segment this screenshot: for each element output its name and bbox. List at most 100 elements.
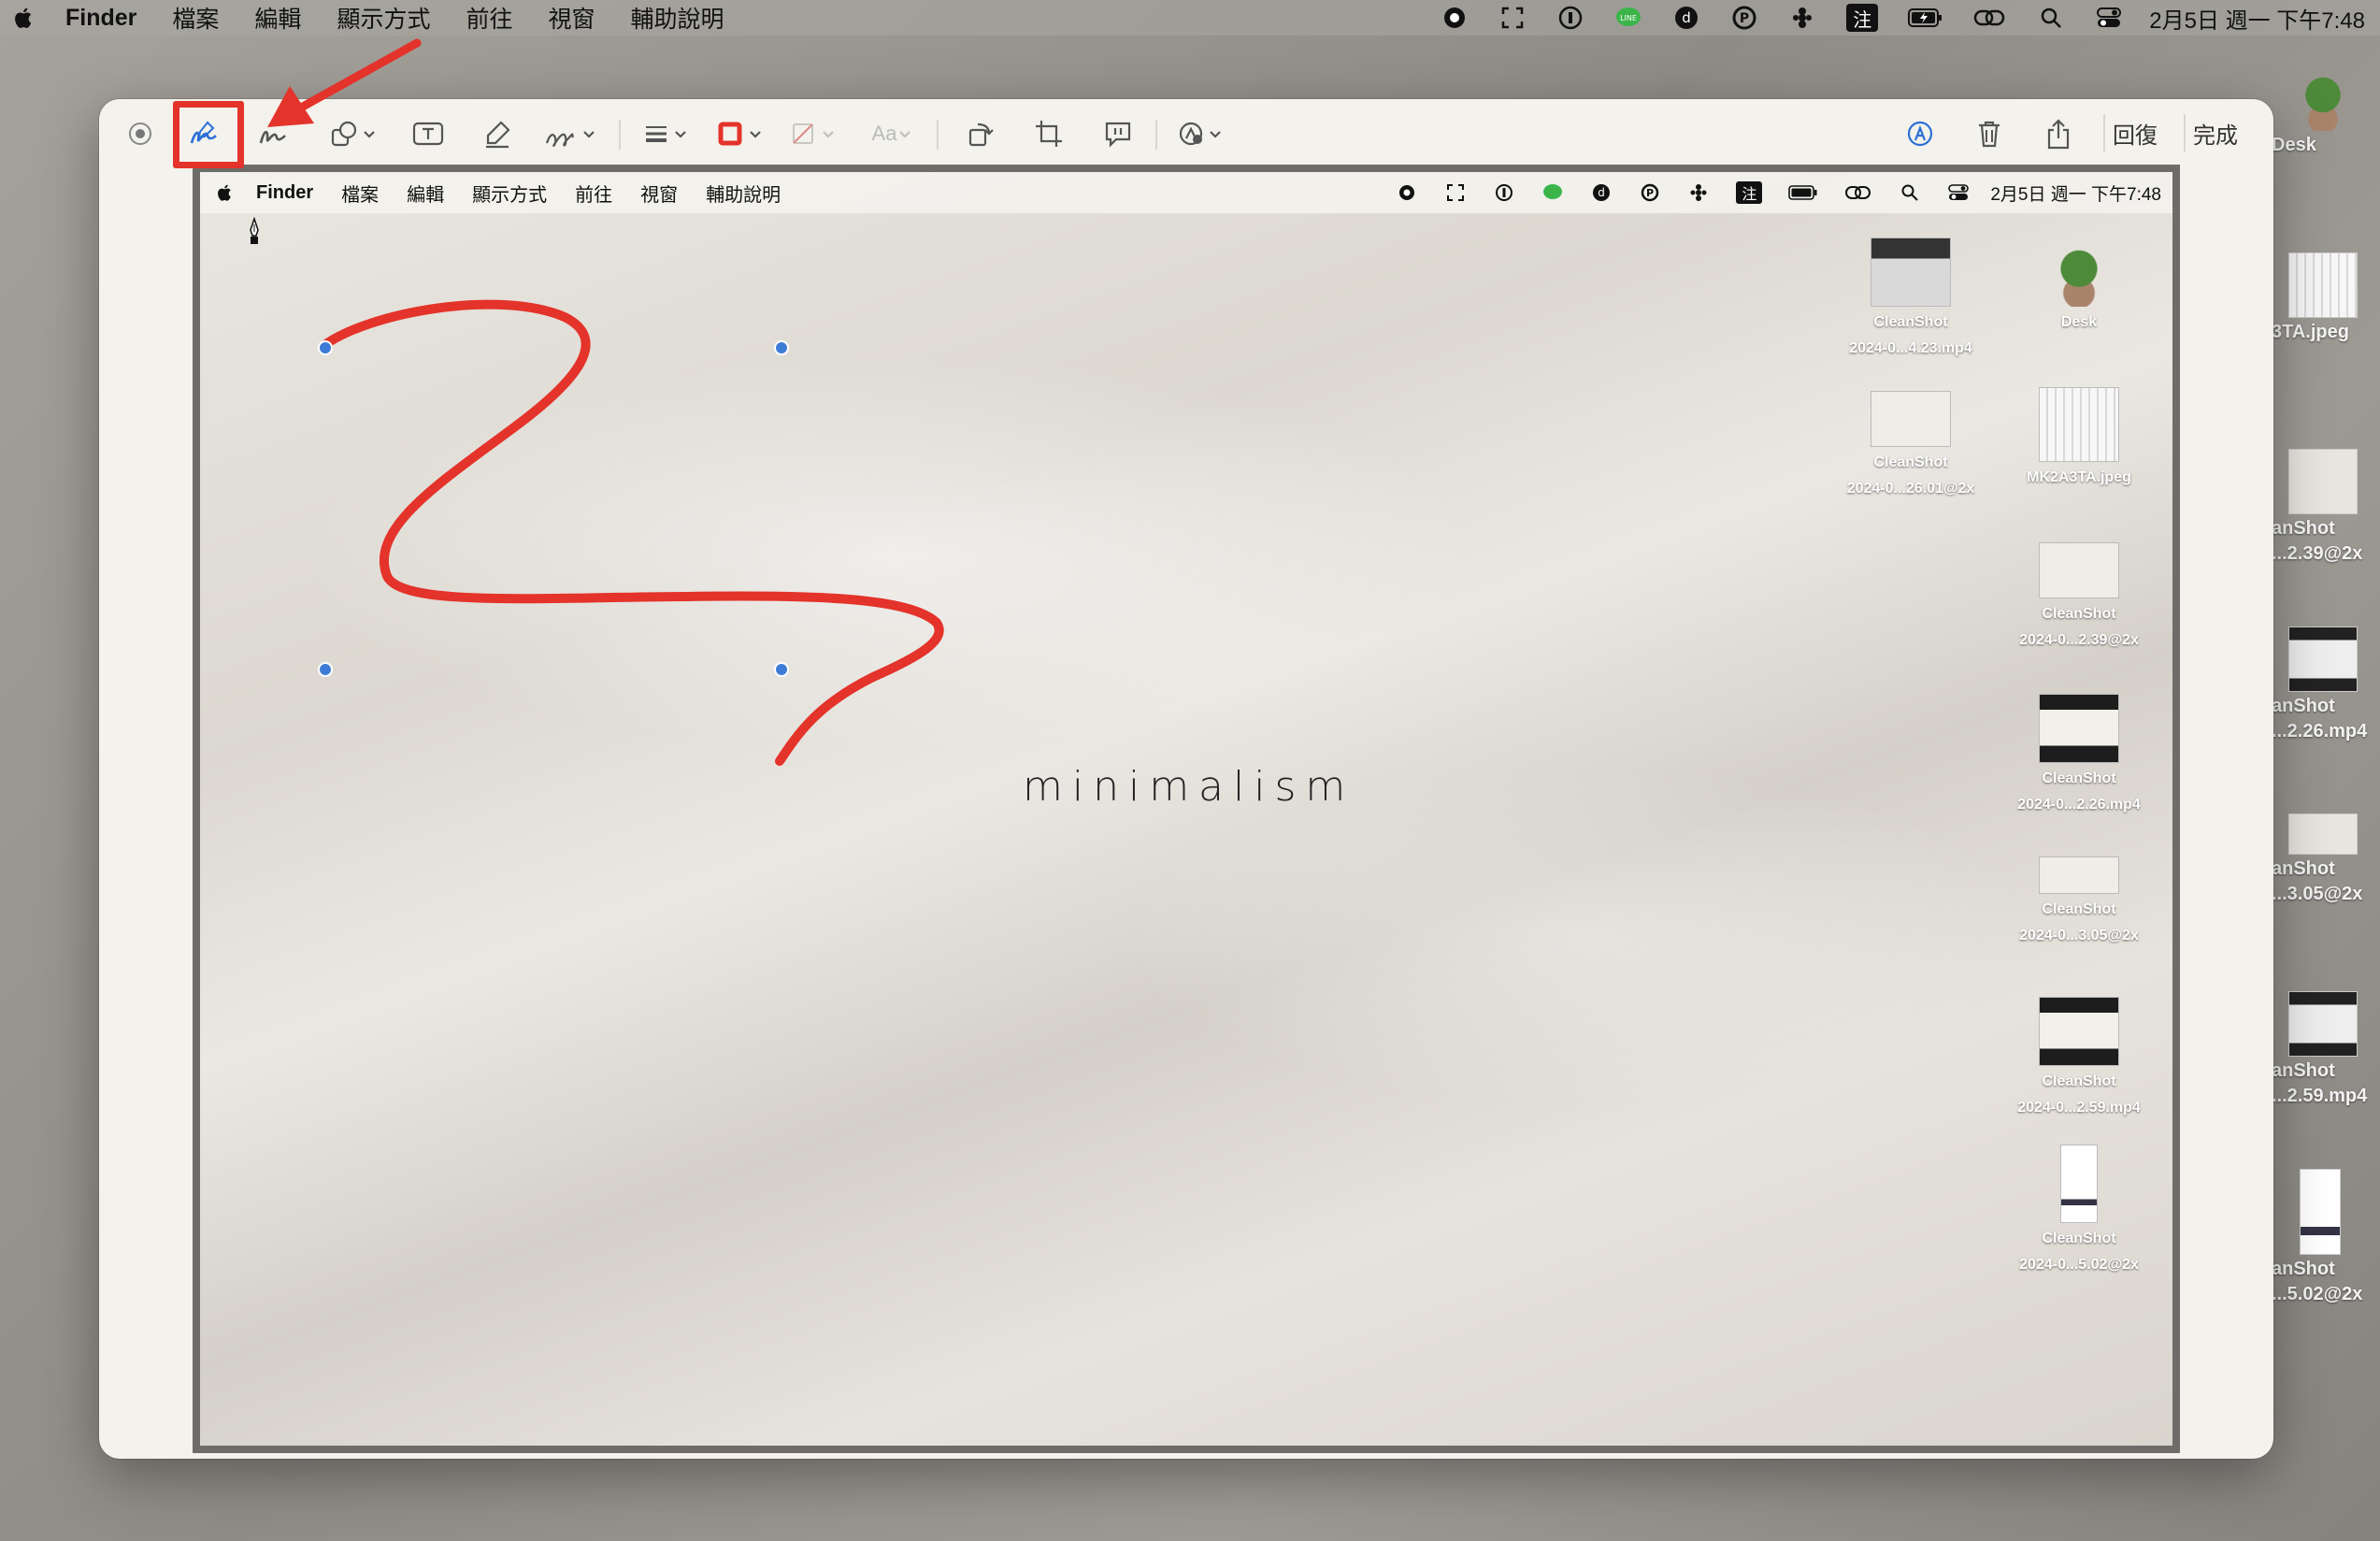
auto-markup-button[interactable] bbox=[1900, 116, 1941, 151]
figma-icon[interactable] bbox=[1788, 4, 1816, 32]
1password-icon[interactable] bbox=[1556, 4, 1584, 32]
chevron-down-icon bbox=[899, 131, 911, 138]
auto-markup-icon bbox=[1907, 121, 1933, 147]
text-style-label: Aa bbox=[871, 122, 897, 145]
fullscreen-icon[interactable] bbox=[1498, 4, 1527, 32]
desktop-icon[interactable]: CleanShot 2024-0...5.02@2x bbox=[1995, 1145, 2163, 1275]
highlight-button[interactable] bbox=[477, 116, 518, 151]
battery-icon[interactable] bbox=[1908, 4, 1943, 32]
rotate-icon bbox=[968, 122, 994, 147]
selection-handle-bottom-left[interactable] bbox=[318, 662, 333, 677]
outer-desktop-icon[interactable]: anShot ...5.02@2x bbox=[2272, 1169, 2380, 1305]
menu-help[interactable]: 輔助說明 bbox=[630, 1, 724, 35]
rotate-button[interactable] bbox=[959, 116, 1000, 151]
desktop-icon-label: CleanShot bbox=[1873, 454, 1948, 470]
outer-desktop-icon[interactable]: anShot ...2.59.mp4 bbox=[2272, 991, 2380, 1107]
desktop-icon[interactable]: CleanShot 2024-0...3.05@2x bbox=[1995, 857, 2163, 946]
text-style-button[interactable]: Aa bbox=[866, 116, 922, 151]
inner-desktop-icons: CleanShot 2024-0...4.23.mp4 Desk CleanSh… bbox=[1817, 228, 2172, 1388]
outer-desktop-icon[interactable]: anShot ...2.39@2x bbox=[2272, 449, 2380, 565]
desktop-icon-label: CleanShot bbox=[2042, 1073, 2116, 1089]
desktop-icon[interactable]: CleanShot 2024-0...4.23.mp4 bbox=[1827, 238, 1995, 359]
signature-icon bbox=[545, 131, 595, 147]
outer-desktop-icon[interactable]: anShot ...2.26.mp4 bbox=[2272, 626, 2380, 742]
annotation-arrow-icon bbox=[267, 38, 422, 127]
search-icon[interactable] bbox=[2037, 4, 2065, 32]
image-thumbnail bbox=[2288, 814, 2358, 855]
line-icon[interactable]: LINE bbox=[1614, 4, 1642, 32]
menu-file[interactable]: 檔案 bbox=[172, 1, 219, 35]
red-sketch-stroke[interactable] bbox=[319, 299, 944, 766]
crop-button[interactable] bbox=[1028, 116, 1069, 151]
menu-app-name[interactable]: Finder bbox=[65, 5, 136, 32]
selection-handle-top-right[interactable] bbox=[774, 340, 789, 355]
desktop-icon-label: CleanShot bbox=[2042, 606, 2116, 622]
image-thumbnail bbox=[2288, 449, 2358, 514]
trash-icon bbox=[1979, 121, 2000, 148]
svg-text:LINE: LINE bbox=[1620, 14, 1637, 22]
desktop-icon[interactable]: Desk bbox=[1995, 238, 2163, 333]
line-style-icon bbox=[646, 126, 686, 142]
svg-text:P: P bbox=[1740, 11, 1749, 26]
apple-icon[interactable] bbox=[11, 4, 37, 32]
desktop-icon-label: CleanShot bbox=[2042, 901, 2116, 917]
link-icon[interactable] bbox=[1973, 4, 2007, 32]
screenshot-canvas[interactable]: Finder 檔案 編輯 顯示方式 前往 視窗 輔助說明 d P 注 2月5日 … bbox=[200, 172, 2172, 1446]
menu-view[interactable]: 顯示方式 bbox=[337, 1, 430, 35]
done-button[interactable]: 完成 bbox=[2184, 114, 2245, 151]
description-icon bbox=[1105, 122, 1131, 148]
description-button[interactable] bbox=[1097, 116, 1139, 151]
desktop-icon-label-2: 2024-0...4.23.mp4 bbox=[1849, 340, 1972, 356]
delete-button[interactable] bbox=[1969, 116, 2010, 151]
line-style-button[interactable] bbox=[641, 116, 694, 151]
desktop-icon[interactable]: CleanShot 2024-0...26.01@2x bbox=[1827, 391, 1995, 499]
outer-desktop-icon[interactable]: 3TA.jpeg bbox=[2272, 252, 2380, 343]
outer-icon-label-2: ...5.02@2x bbox=[2272, 1284, 2363, 1304]
video-thumbnail bbox=[2039, 694, 2119, 763]
plant-thumbnail bbox=[2039, 238, 2119, 307]
share-button[interactable] bbox=[2038, 116, 2079, 151]
toolbar-separator bbox=[619, 120, 621, 150]
markup-more-icon bbox=[1179, 122, 1221, 146]
menu-window[interactable]: 視窗 bbox=[548, 1, 595, 35]
outer-icon-label: anShot bbox=[2272, 1060, 2335, 1081]
image-thumbnail bbox=[2039, 542, 2119, 598]
menubar-clock[interactable]: 2月5日 週一 下午7:48 bbox=[2149, 2, 2365, 35]
revert-button[interactable]: 回復 bbox=[2103, 114, 2165, 151]
desktop-icon-label-2: 2024-0...5.02@2x bbox=[2019, 1257, 2139, 1273]
desktop-icon[interactable]: MK2A3TA.jpeg bbox=[1995, 387, 2163, 488]
outer-desktop-icon[interactable]: anShot ...3.05@2x bbox=[2272, 814, 2380, 905]
markup-window: Aa 回復 完成 Finder 檔案 編輯 顯示方式 前往 視窗 輔助說明 d … bbox=[99, 99, 2273, 1459]
d-app-icon[interactable]: d bbox=[1672, 4, 1700, 32]
control-center-icon[interactable] bbox=[2095, 4, 2123, 32]
desktop-icon-label-2: 2024-0...26.01@2x bbox=[1846, 481, 1975, 497]
border-color-button[interactable] bbox=[716, 116, 770, 151]
close-icon bbox=[129, 122, 151, 145]
desktop-icon-label: CleanShot bbox=[1873, 314, 1948, 330]
menu-edit[interactable]: 編輯 bbox=[254, 1, 301, 35]
menu-go[interactable]: 前往 bbox=[466, 1, 512, 35]
desktop-icon[interactable]: CleanShot 2024-0...2.39@2x bbox=[1995, 542, 2163, 651]
image-thumbnail bbox=[2039, 857, 2119, 894]
p-app-icon[interactable]: P bbox=[1730, 4, 1758, 32]
desktop-icon-label: MK2A3TA.jpeg bbox=[2027, 469, 2131, 485]
markup-more-button[interactable] bbox=[1176, 116, 1230, 151]
outer-desktop-icon[interactable]: Desk bbox=[2272, 65, 2380, 156]
screenshot-canvas-frame: Finder 檔案 編輯 顯示方式 前往 視窗 輔助說明 d P 注 2月5日 … bbox=[193, 165, 2180, 1453]
zhuyin-input-icon[interactable]: 注 bbox=[1846, 4, 1879, 32]
close-button[interactable] bbox=[122, 116, 159, 151]
record-icon[interactable] bbox=[1441, 4, 1469, 32]
outer-icon-label: anShot bbox=[2272, 858, 2335, 879]
keyboard-thumbnail bbox=[2039, 387, 2119, 462]
desktop-icon[interactable]: CleanShot 2024-0...2.59.mp4 bbox=[1995, 997, 2163, 1118]
desktop-icon-label: CleanShot bbox=[2042, 770, 2116, 786]
selection-handle-top-left[interactable] bbox=[318, 340, 333, 355]
image-thumbnail bbox=[1871, 391, 1951, 447]
document-thumbnail bbox=[2060, 1145, 2098, 1223]
fill-color-button[interactable] bbox=[789, 116, 843, 151]
selection-handle-bottom-right[interactable] bbox=[774, 662, 789, 677]
keyboard-thumbnail bbox=[2288, 252, 2358, 318]
desktop-icon[interactable]: CleanShot 2024-0...2.26.mp4 bbox=[1995, 694, 2163, 815]
signature-button[interactable] bbox=[542, 116, 602, 151]
desktop-icon-label-2: 2024-0...2.26.mp4 bbox=[2017, 797, 2141, 813]
